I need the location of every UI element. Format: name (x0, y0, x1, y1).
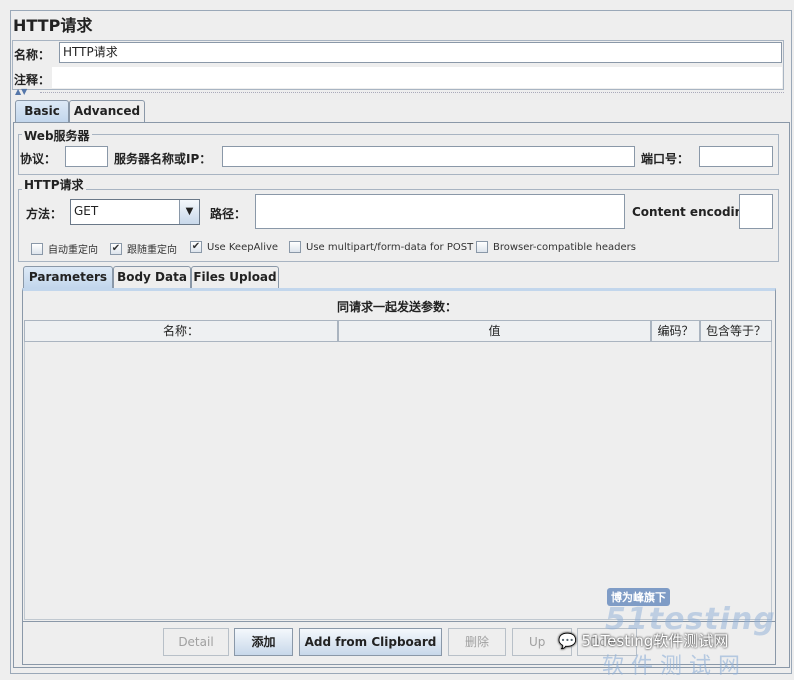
protocol-input[interactable] (65, 146, 108, 167)
params-title: 同请求一起发送参数： (336, 300, 457, 314)
col-header-name[interactable]: 名称： (24, 320, 338, 342)
params-table-body[interactable] (24, 342, 772, 620)
checkbox-label: Use multipart/form-data for POST (306, 241, 474, 253)
method-label: 方法： (26, 207, 63, 221)
checkbox-label: 跟随重定向 (127, 245, 177, 256)
checkbox-label: Browser-compatible headers (493, 241, 636, 253)
col-header-encode[interactable]: 编码？ (651, 320, 700, 342)
col-header-include-equals[interactable]: 包含等于？ (700, 320, 772, 342)
splitter[interactable] (40, 92, 784, 93)
tab-basic[interactable]: Basic (15, 100, 69, 122)
encoding-input[interactable] (739, 194, 773, 229)
name-input[interactable]: HTTP请求 (59, 42, 782, 63)
checkbox-label: Use KeepAlive (207, 241, 279, 253)
check-icon[interactable]: ✔ (110, 242, 122, 255)
tab-body-data[interactable]: Body Data (113, 266, 191, 288)
port-label: 端口号： (641, 152, 690, 166)
checkbox-multipart[interactable]: Use multipart/form-data for POST (289, 241, 473, 253)
method-value: GET (74, 204, 99, 218)
web-server-legend: Web服务器 (22, 127, 92, 144)
watermark-cn: 软 件 测 试 网 (602, 654, 740, 679)
server-input[interactable] (222, 146, 635, 167)
checkbox-auto-redirect[interactable]: 自动重定向 (31, 241, 98, 256)
port-input[interactable] (699, 146, 773, 167)
checkbox-box[interactable] (289, 241, 301, 253)
col-header-value[interactable]: 值 (338, 320, 651, 342)
comment-input[interactable] (52, 67, 782, 88)
method-select[interactable]: GET ▼ (70, 199, 200, 225)
collapse-arrows-icon[interactable]: ▲▼ (15, 88, 27, 96)
name-label: 名称： (14, 48, 51, 62)
checkbox-keepalive[interactable]: ✔ Use KeepAlive (190, 241, 278, 253)
add-button[interactable]: 添加 (234, 628, 293, 656)
path-label: 路径： (210, 207, 247, 221)
page-title: HTTP请求 (13, 16, 93, 35)
server-label: 服务器名称或IP： (114, 152, 212, 166)
encoding-label: Content encoding: (632, 205, 757, 219)
checkbox-follow-redirects[interactable]: ✔ 跟随重定向 (110, 241, 177, 256)
tab-advanced[interactable]: Advanced (69, 100, 145, 122)
checkbox-label: 自动重定向 (48, 245, 98, 256)
detail-button[interactable]: Detail (163, 628, 229, 656)
tab-files-upload[interactable]: Files Upload (191, 266, 279, 288)
checkbox-box[interactable] (31, 242, 43, 255)
check-icon[interactable]: ✔ (190, 241, 202, 253)
protocol-label: 协议： (20, 152, 57, 166)
checkbox-box[interactable] (476, 241, 488, 253)
wechat-icon: 💬 (558, 632, 582, 650)
delete-button[interactable]: 删除 (448, 628, 506, 656)
chevron-down-icon[interactable]: ▼ (179, 200, 199, 224)
tab-parameters[interactable]: Parameters (23, 266, 113, 288)
comment-label: 注释： (14, 73, 51, 87)
add-from-clipboard-button[interactable]: Add from Clipboard (299, 628, 442, 656)
checkbox-browser-headers[interactable]: Browser-compatible headers (476, 241, 636, 253)
http-request-legend: HTTP请求 (22, 176, 86, 193)
path-input[interactable] (255, 194, 625, 229)
